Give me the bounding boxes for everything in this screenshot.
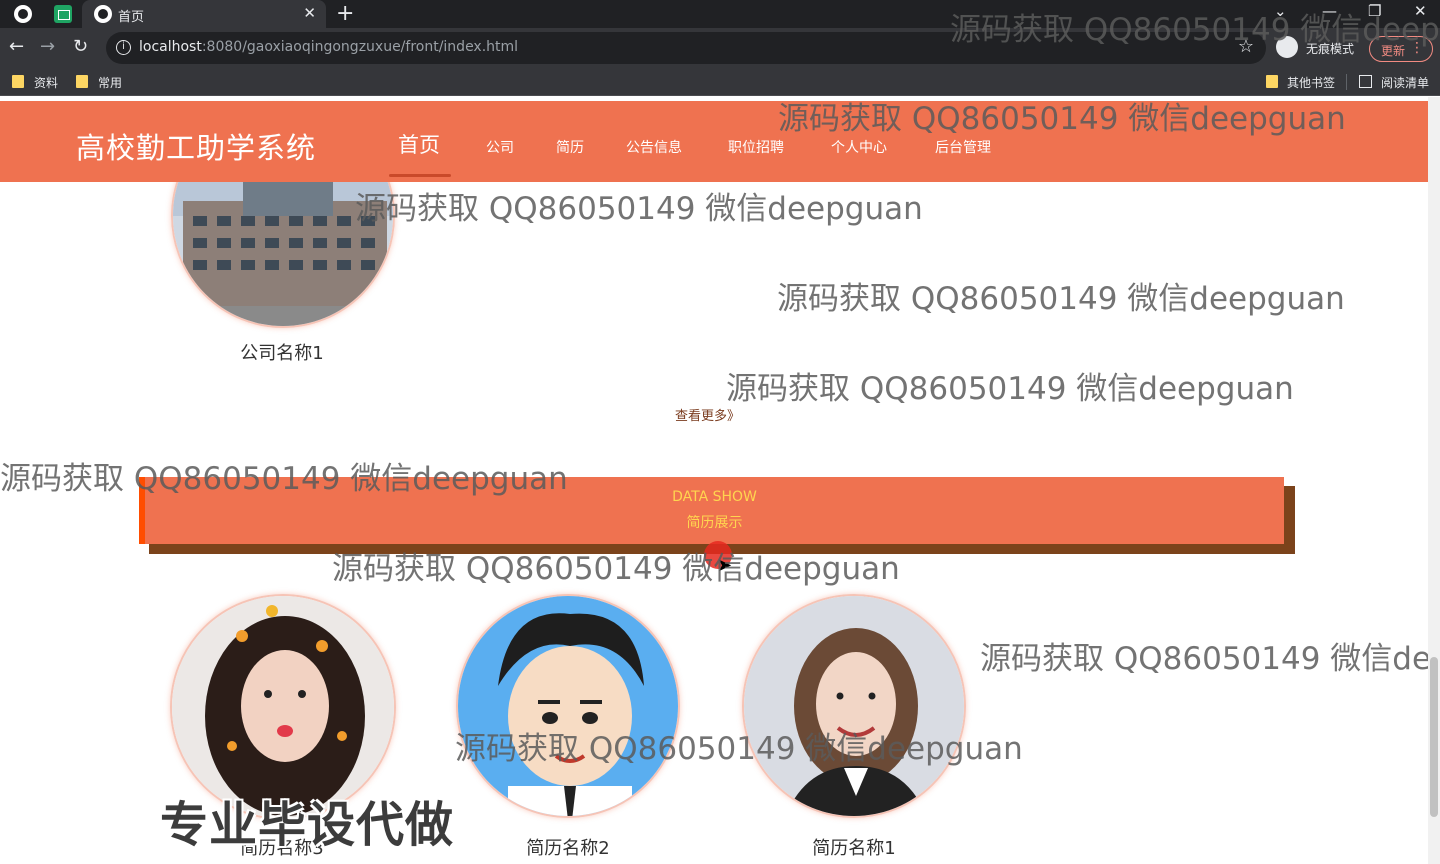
nav-admin[interactable]: 后台管理 [935,137,991,157]
incognito-icon[interactable] [1276,36,1298,58]
nav-job-recruitment[interactable]: 职位招聘 [728,137,784,157]
resume-avatar-1[interactable] [742,594,966,818]
url-text[interactable]: localhost:8080/gaoxiaoqingongzuxue/front… [139,39,518,55]
folder-icon [76,75,88,88]
close-window-icon[interactable]: ✕ [1414,2,1427,20]
reading-list-icon [1359,75,1372,88]
site-title: 高校勤工助学系统 [76,131,317,165]
watermark-text: 源码获取 QQ86050149 微信deepguan [355,191,923,227]
update-button[interactable]: 更新 ⋮ [1369,36,1433,62]
incognito-label[interactable]: 无痕模式 [1306,40,1354,57]
company-card-name[interactable]: 公司名称1 [170,339,394,365]
watermark-text: 源码获取 QQ86050149 微信deepguan [980,641,1428,677]
restore-icon[interactable]: ❐ [1368,2,1381,20]
browser-globe-icon[interactable] [14,5,32,23]
menu-dots-icon[interactable]: ⋮ [1410,40,1424,56]
back-icon[interactable]: ← [9,36,24,57]
promo-overlay-text: 专业毕设代做 [160,797,455,853]
banner-title-cn: 简历展示 [686,515,743,531]
site-info-icon[interactable]: i [116,40,131,55]
resume-avatar-2[interactable] [456,594,680,818]
minimize-icon[interactable]: — [1322,2,1337,20]
businesswoman-portrait-image [744,596,964,816]
nav-personal-center[interactable]: 个人中心 [831,137,887,157]
update-label: 更新 [1381,44,1406,58]
page-viewport: 高校勤工助学系统 首页 公司 简历 公告信息 职位招聘 个人中心 后台管理 公司… [0,97,1428,864]
nav-announcements[interactable]: 公告信息 [626,137,682,157]
folder-icon [1266,75,1278,88]
mouse-cursor-icon: ➤ [717,555,733,576]
new-tab-icon[interactable]: + [336,1,354,26]
nav-active-indicator [389,174,451,177]
reload-icon[interactable]: ↻ [73,36,88,57]
reading-list[interactable]: 阅读清单 [1381,74,1429,91]
resume-section-banner: DATA SHOW 简历展示 [139,477,1284,544]
close-tab-icon[interactable]: ✕ [303,4,316,22]
bookmark-changyong[interactable]: 常用 [98,74,122,91]
resume-card-name-1[interactable]: 简历名称1 [742,834,966,860]
browser-tabbar: 首页 ✕ + ⌄ — ❐ ✕ [0,0,1440,28]
banner-subtitle-en: DATA SHOW [672,489,757,505]
spreadsheet-tab-icon[interactable] [54,5,72,23]
page-scrollbar[interactable] [1428,97,1440,864]
browser-toolbar: ← → ↻ i localhost:8080/gaoxiaoqingongzux… [0,28,1440,68]
bookmark-star-icon[interactable]: ☆ [1238,36,1254,57]
nav-company[interactable]: 公司 [486,137,514,157]
nav-resume[interactable]: 简历 [556,137,584,157]
tab-title: 首页 [118,10,145,25]
browser-tab-active[interactable]: 首页 ✕ [82,0,326,28]
view-more-link[interactable]: 查看更多》 [675,405,740,424]
bookmarks-bar: 资料 常用 其他书签 阅读清单 [0,68,1440,96]
resume-card-name-2[interactable]: 简历名称2 [456,834,680,860]
address-bar[interactable]: i localhost:8080/gaoxiaoqingongzuxue/fro… [106,32,1266,64]
site-header: 高校勤工助学系统 首页 公司 简历 公告信息 职位招聘 个人中心 后台管理 [0,101,1428,182]
scrollbar-thumb[interactable] [1430,657,1438,817]
watermark-text: 源码获取 QQ86050149 微信deepguan [777,281,1345,317]
bookmark-ziliao[interactable]: 资料 [34,74,58,91]
watermark-text: 源码获取 QQ86050149 微信deepguan [726,371,1294,407]
cartoon-man-image [458,596,678,816]
other-bookmarks[interactable]: 其他书签 [1287,74,1335,91]
folder-icon [12,75,24,88]
nav-home[interactable]: 首页 [398,129,440,159]
tab-search-icon[interactable]: ⌄ [1274,2,1287,20]
tab-favicon-icon [94,5,112,23]
forward-icon[interactable]: → [40,36,55,57]
bookmarks-separator [1346,74,1347,90]
